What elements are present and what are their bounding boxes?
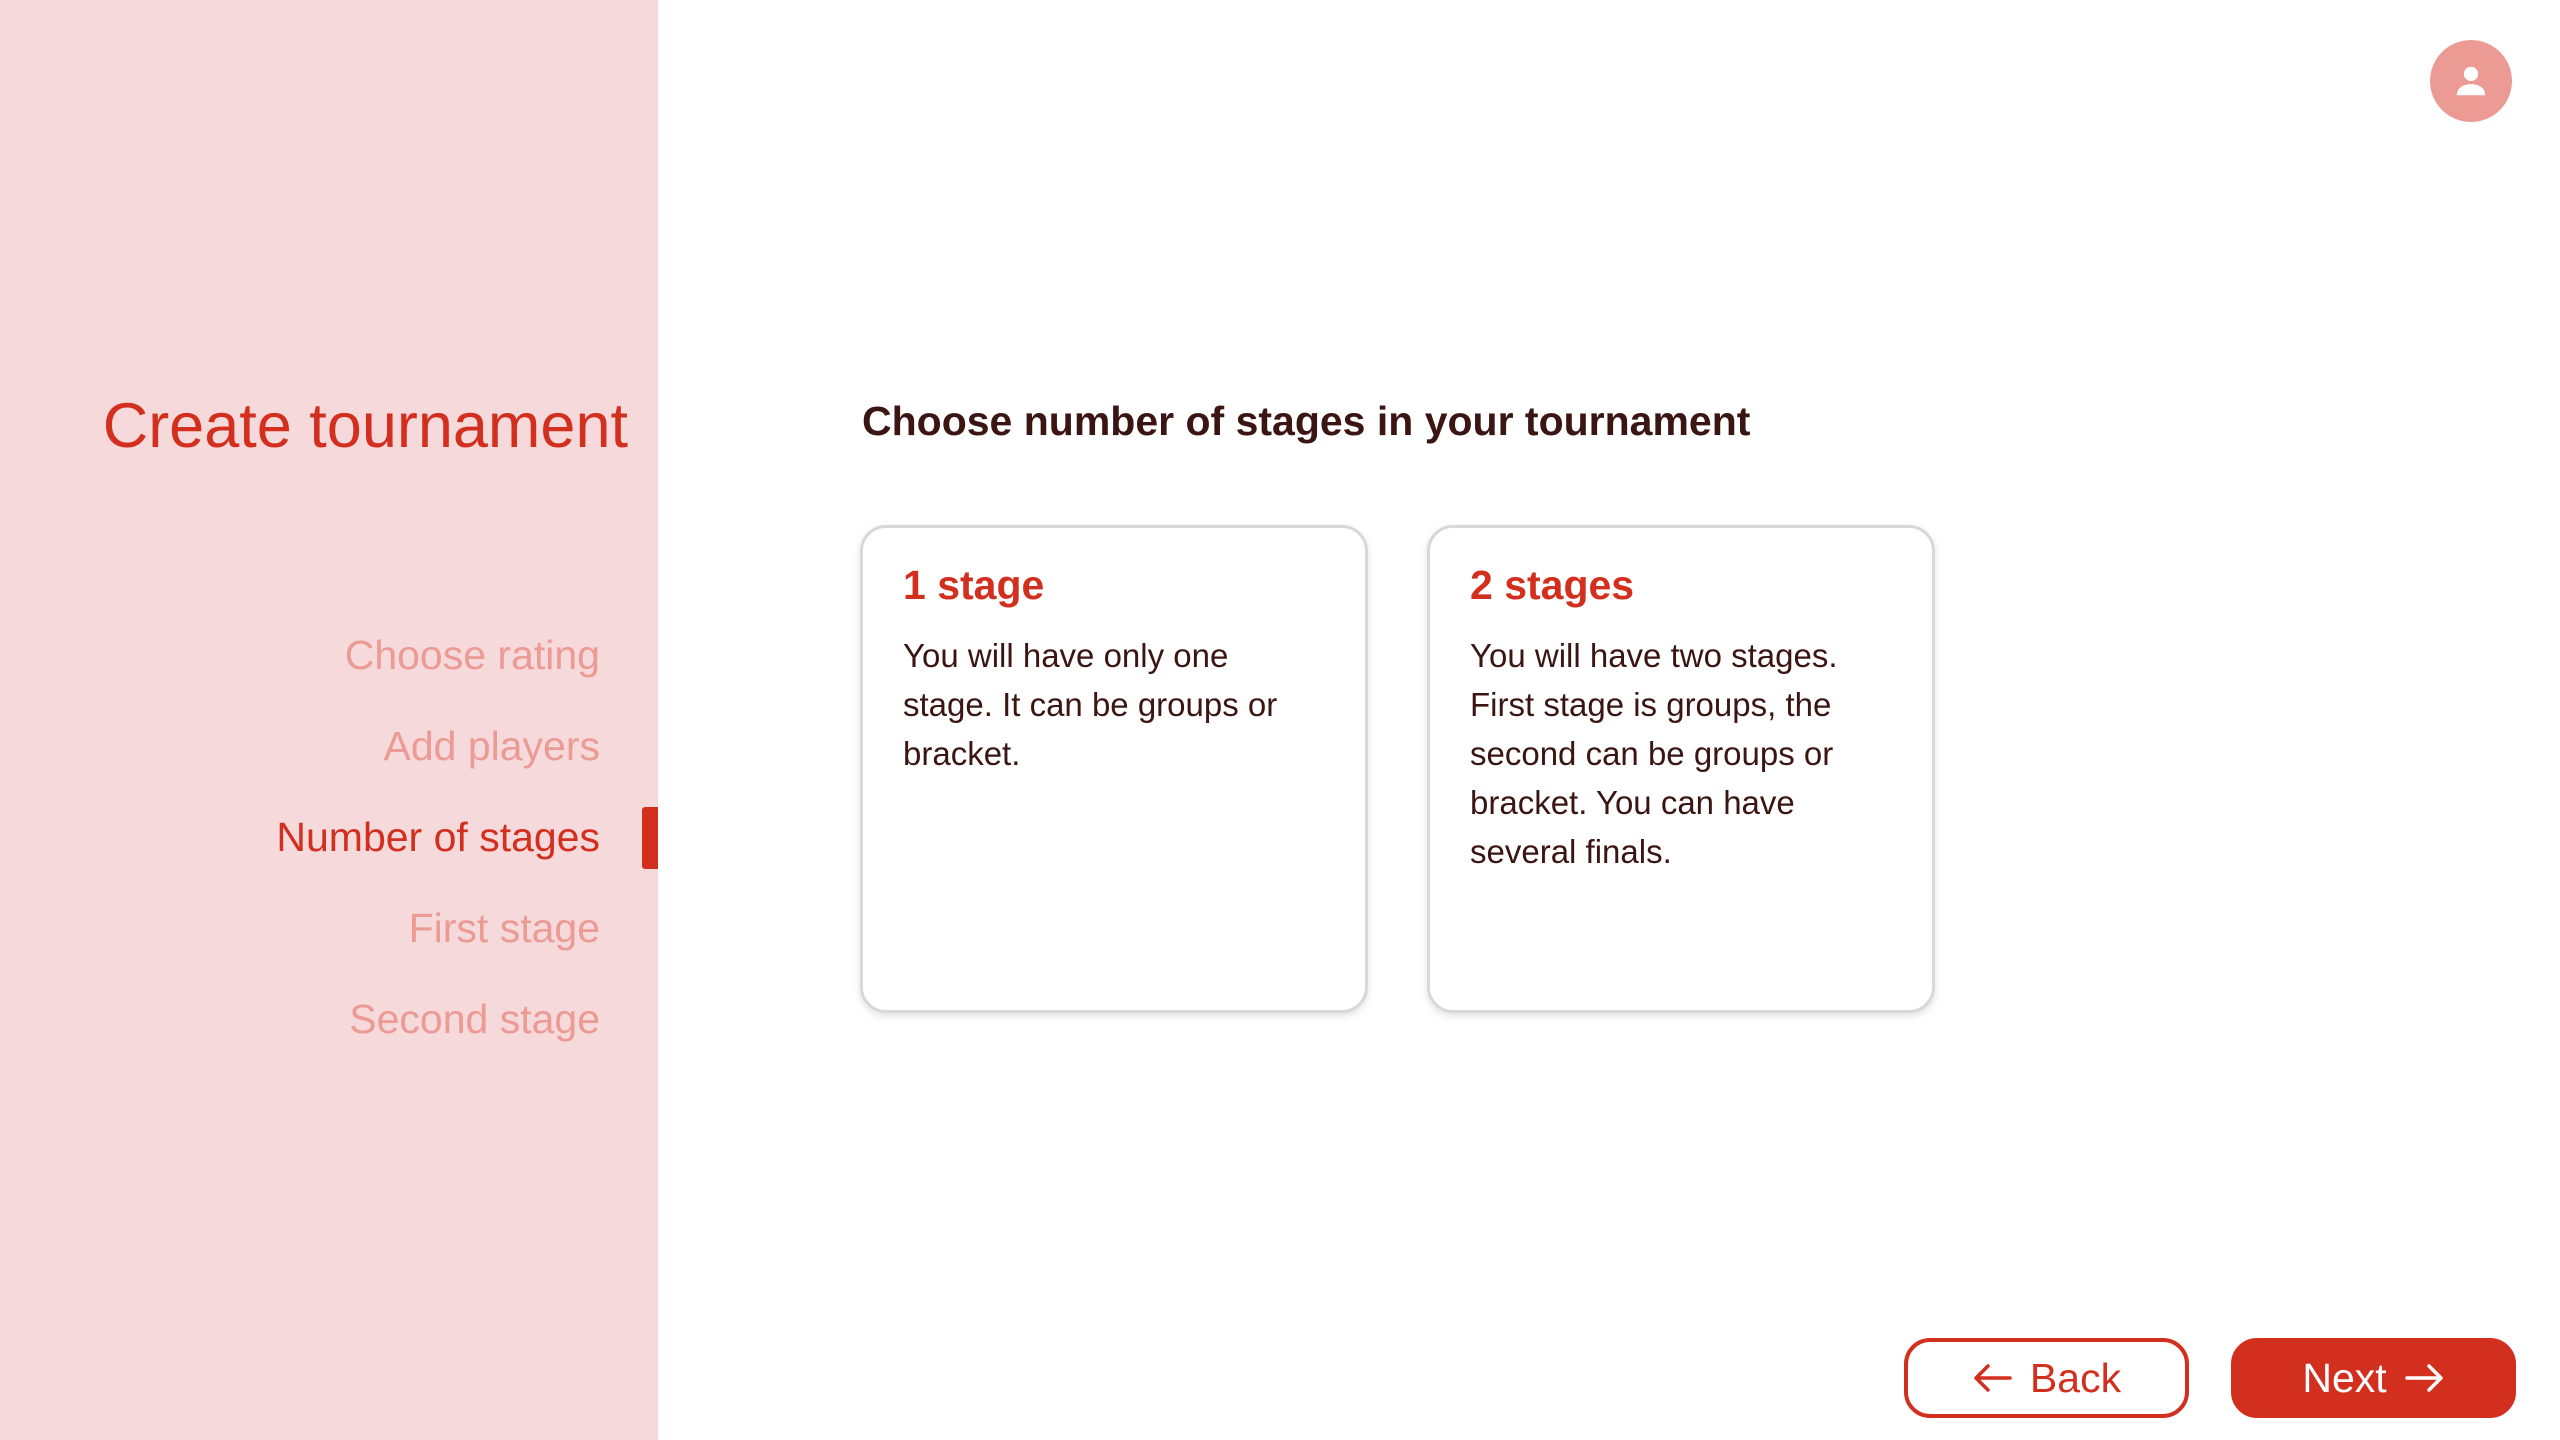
back-button-label: Back [2029, 1354, 2122, 1401]
option-card-2-stages[interactable]: 2 stages You will have two stages. First… [1427, 525, 1935, 1013]
user-icon [2456, 66, 2486, 96]
active-step-indicator [642, 806, 658, 869]
option-title: 2 stages [1470, 562, 1635, 608]
option-card-1-stage[interactable]: 1 stage You will have only one stage. It… [860, 525, 1368, 1013]
step-label: Number of stages [276, 814, 600, 860]
step-label: First stage [408, 905, 600, 951]
option-description: You will have two stages. First stage is… [1470, 637, 1838, 870]
next-button-label: Next [2302, 1354, 2387, 1401]
steps-nav: Choose rating Add players Number of stag… [0, 610, 658, 1065]
option-description: You will have only one stage. It can be … [903, 637, 1278, 772]
step-first-stage[interactable]: First stage [0, 883, 658, 974]
step-choose-rating[interactable]: Choose rating [0, 610, 658, 701]
option-title: 1 stage [903, 562, 1045, 608]
arrow-left-icon [1974, 1364, 2012, 1392]
step-add-players[interactable]: Add players [0, 701, 658, 792]
app-root: Create tournament Choose rating Add play… [0, 0, 2560, 1440]
sidebar-title: Create tournament [102, 391, 628, 461]
sidebar: Create tournament Choose rating Add play… [0, 0, 658, 1440]
step-label: Add players [383, 723, 600, 769]
step-label: Choose rating [344, 632, 600, 678]
user-avatar-button[interactable] [2430, 40, 2512, 122]
step-second-stage[interactable]: Second stage [0, 974, 658, 1065]
step-number-of-stages[interactable]: Number of stages [0, 792, 658, 883]
step-label: Second stage [349, 996, 600, 1042]
page-heading: Choose number of stages in your tourname… [862, 398, 1751, 444]
arrow-right-icon [2404, 1364, 2443, 1392]
next-button[interactable]: Next [2231, 1338, 2516, 1418]
back-button[interactable]: Back [1904, 1338, 2189, 1418]
